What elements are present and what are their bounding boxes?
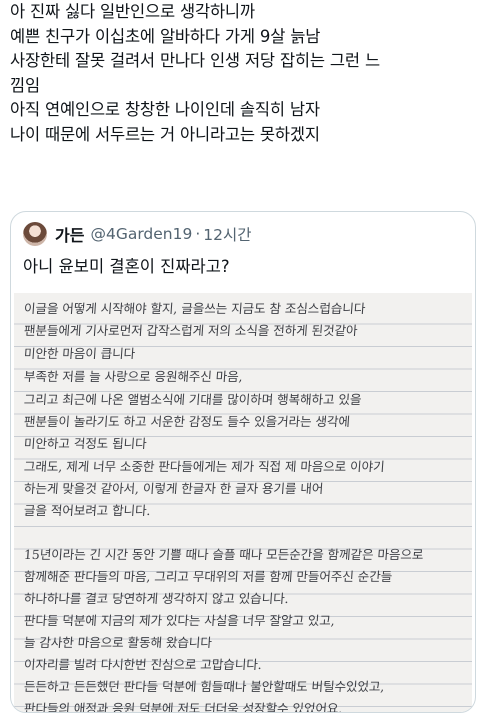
letter-line: 판다들 덕분에 지금의 제가 있다는 사실을 너무 잘알고 있고, xyxy=(23,613,336,628)
timestamp[interactable]: 12시간 xyxy=(203,223,251,245)
letter-line: 판다들의 애정과 응원 덕분에 저도 더더욱 성장할수 있었어요. xyxy=(23,701,343,713)
letter-line: 하나하나를 결코 당연하게 생각하지 않고 있습니다. xyxy=(23,591,290,606)
letter-line: 든든하고 든든했던 판다들 덕분에 힘들때나 불안할때도 버틸수있었고, xyxy=(23,679,385,694)
letter-line: 늘 감사한 마음으로 활동해 왔습니다 xyxy=(23,635,213,650)
separator-dot: · xyxy=(195,225,201,243)
tweet-line: 아직 연예인으로 창창한 나이인데 솔직히 남자 xyxy=(10,100,320,119)
tweet-line: 낌임 xyxy=(10,75,40,95)
tweet-line: 사장한테 잘못 걸려서 만나다 인생 저당 잡히는 그런 느 xyxy=(10,51,380,70)
letter-line: 그래도, 제게 너무 소중한 판다들에게는 제가 직접 제 마음으로 이야기 xyxy=(23,459,386,474)
user-handle[interactable]: @4Garden19 xyxy=(90,225,192,243)
letter-line: 팬분들에게 기사로먼저 갑작스럽게 저의 소식을 전하게 된것같아 xyxy=(23,323,359,338)
tweet-line: 나이 때문에 서두르는 거 아니라고는 못하겠지 xyxy=(10,124,320,144)
letter-line: 이자리를 빌려 다시한번 진심으로 고맙습니다. xyxy=(23,657,263,672)
letter-line: 함께해준 판다들의 마음, 그리고 무대위의 저를 함께 만들어주신 순간들 xyxy=(23,569,393,584)
letter-line: 이글을 어떻게 시작해야 할지, 글을쓰는 지금도 참 조심스럽습니다 xyxy=(23,301,366,316)
letter-line: 하는게 맞을것 같아서, 이렇게 한글자 한 글자 용기를 내어 xyxy=(23,481,324,496)
display-name[interactable]: 가든 xyxy=(55,222,84,246)
letter-line: 팬분들이 놀라기도 하고 서운한 감정도 들수 있을거라는 생각에 xyxy=(23,414,351,429)
letter-line: 글을 적어보려고 합니다. xyxy=(23,503,152,518)
tweet-line: 아 진짜 싫다 일반인으로 생각하니까 xyxy=(10,2,255,21)
letter-line: 미안한 마음이 큽니다 xyxy=(23,346,136,361)
avatar[interactable] xyxy=(23,222,47,246)
quoted-tweet-header: 가든 @4Garden19 · 12시간 xyxy=(23,220,252,248)
letter-line: 그리고 최근에 나온 앨범소식에 기대를 많이하며 행복해하고 있을 xyxy=(23,392,362,407)
letter-line: 15년이라는 긴 시간 동안 기쁠 때나 슬플 때나 모든순간을 함께같은 마음… xyxy=(23,547,424,562)
tweet-text: 아 진짜 싫다 일반인으로 생각하니까 예쁜 친구가 이십초에 알바하다 가게 … xyxy=(10,0,472,147)
quoted-tweet-text: 아니 윤보미 결혼이 진짜라고? xyxy=(23,257,230,276)
quoted-tweet-card[interactable]: 가든 @4Garden19 · 12시간 아니 윤보미 결혼이 진짜라고? 이글… xyxy=(10,211,476,713)
tweet-line: 예쁜 친구가 이십초에 알바하다 가게 9살 늙남 xyxy=(10,26,321,46)
handwritten-letter-image[interactable]: 이글을 어떻게 시작해야 할지, 글을쓰는 지금도 참 조심스럽습니다 팬분들에… xyxy=(14,293,472,713)
letter-line: 미안하고 걱정도 됩니다 xyxy=(23,436,148,451)
letter-line: 부족한 저를 늘 사랑으로 응원해주신 마음, xyxy=(23,369,244,384)
